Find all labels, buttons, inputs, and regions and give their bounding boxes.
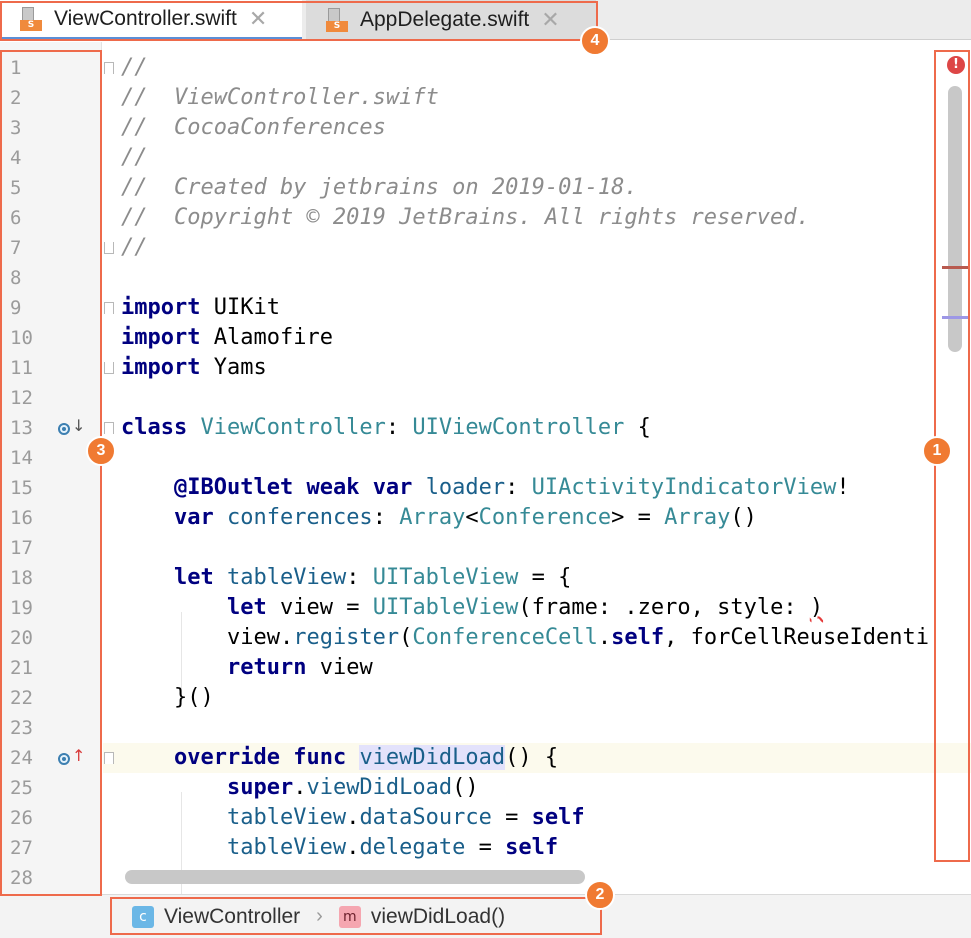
code-line: import UIKit (103, 293, 971, 323)
current-code-line: override func viewDidLoad() { (103, 743, 971, 773)
horizontal-scrollbar-thumb[interactable] (125, 870, 585, 884)
code-line: let view = UITableView(frame: .zero, sty… (226, 595, 824, 620)
code-editor[interactable]: // // ViewController.swift // CocoaConfe… (103, 42, 971, 894)
code-line: // (103, 233, 971, 263)
code-line: class ViewController: UIViewController { (103, 413, 971, 443)
code-line: // ViewController.swift (121, 85, 439, 110)
callout-badge-1: 1 (922, 436, 952, 466)
code-line: view.register(ConferenceCell.self, forCe… (226, 625, 930, 650)
callout-badge-3: 3 (86, 436, 116, 466)
code-line: import Alamofire (121, 325, 333, 350)
callout-badge-2: 2 (585, 880, 615, 910)
code-line: // (121, 145, 148, 170)
code-line: let tableView: UITableView = { (173, 565, 572, 590)
code-line: var conferences: Array<Conference> = Arr… (173, 505, 757, 530)
callout-box-breadcrumb (110, 897, 602, 935)
code-line: // Copyright © 2019 JetBrains. All right… (121, 205, 810, 230)
code-line: // CocoaConferences (121, 115, 386, 140)
code-line: // (103, 53, 971, 83)
callout-box-gutter (0, 50, 102, 896)
code-line: tableView.dataSource = self (226, 805, 585, 830)
code-line: super.viewDidLoad() (226, 775, 479, 800)
callout-badge-4: 4 (580, 26, 610, 56)
code-line: tableView.delegate = self (226, 835, 559, 860)
code-line: // Created by jetbrains on 2019-01-18. (121, 175, 638, 200)
code-line: import Yams (103, 353, 971, 383)
code-line: @IBOutlet weak var loader: UIActivityInd… (173, 475, 850, 500)
code-line: return view (226, 655, 373, 680)
callout-box-tabs (0, 1, 598, 41)
code-line: }() (121, 685, 214, 710)
